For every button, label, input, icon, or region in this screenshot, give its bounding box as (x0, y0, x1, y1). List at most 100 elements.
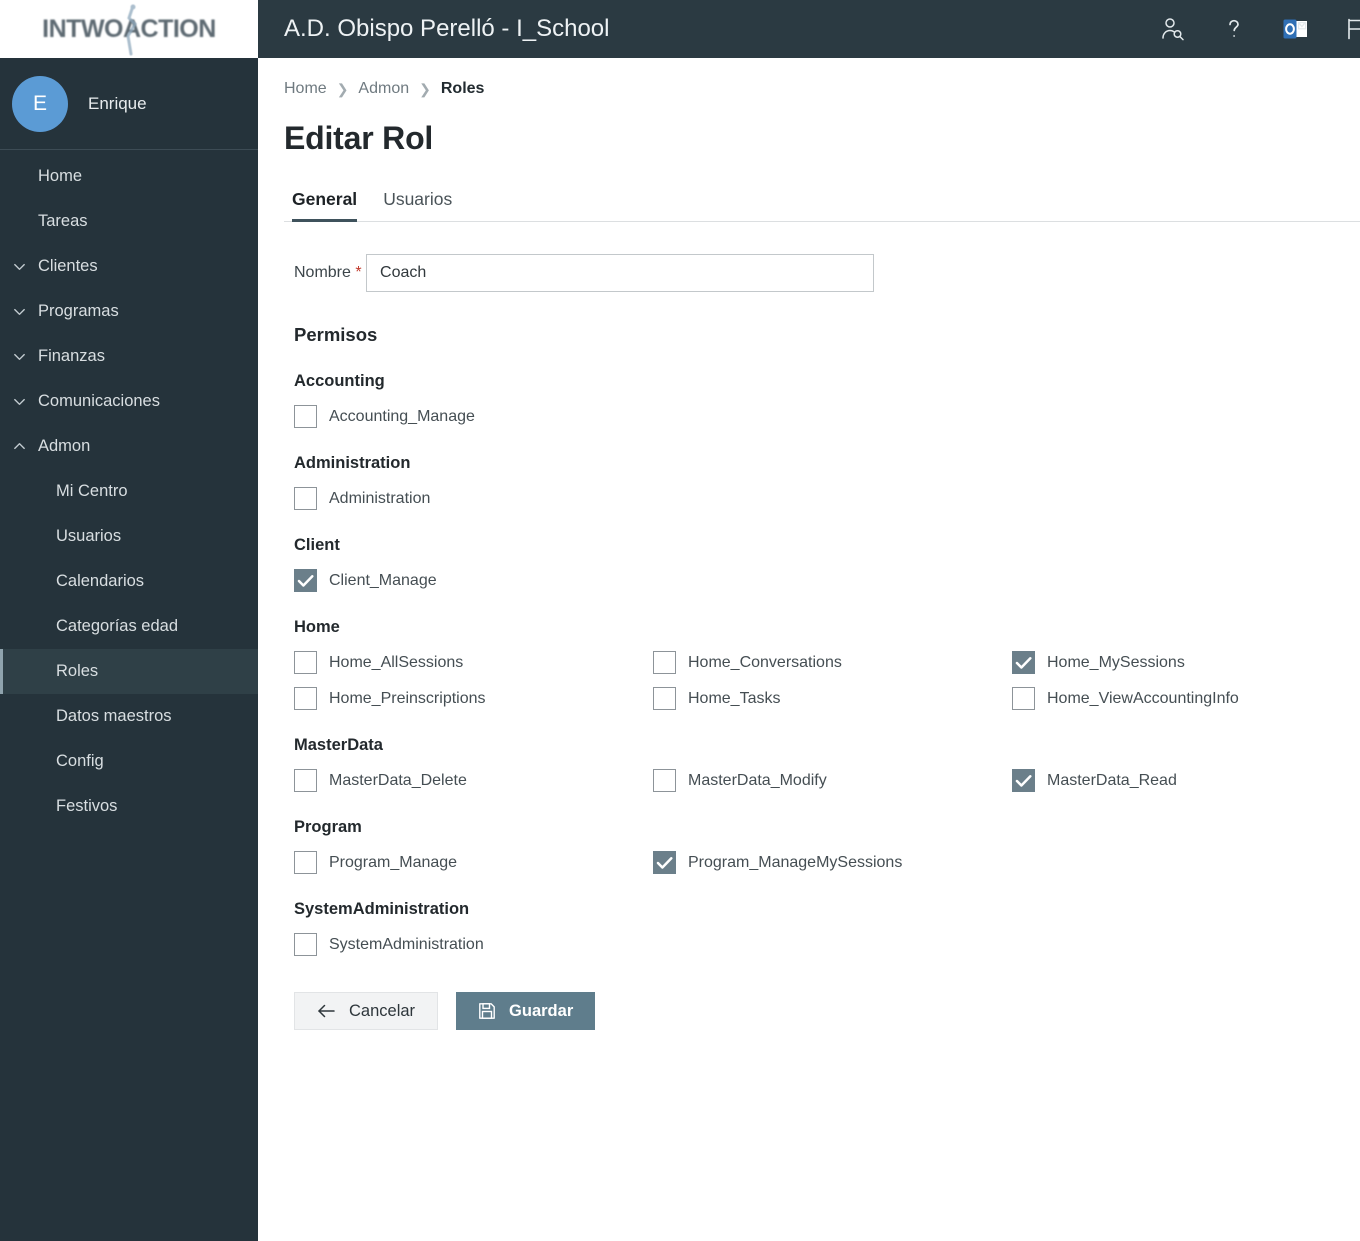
outlook-icon[interactable] (1280, 14, 1310, 44)
sidebar-item-datos-maestros[interactable]: Datos maestros (0, 694, 258, 739)
permission-program-managemysessions[interactable]: Program_ManageMySessions (653, 851, 902, 874)
sidebar-item-label: Categorías edad (56, 617, 179, 635)
sidebar-item-label: Comunicaciones (38, 392, 160, 410)
permission-grid: Administration (294, 487, 1360, 510)
checkbox-client-manage[interactable] (294, 569, 317, 592)
cancel-button[interactable]: Cancelar (294, 992, 439, 1030)
checkbox-home-preinscriptions[interactable] (294, 687, 317, 710)
check-icon (1015, 775, 1032, 787)
sidebar-item-label: Finanzas (38, 347, 105, 365)
permission-grid: Program_Manage Program_ManageMySessions (294, 851, 1360, 874)
sidebar-item-calendarios[interactable]: Calendarios (0, 559, 258, 604)
sidebar-item-clientes[interactable]: Clientes (0, 244, 258, 289)
checkbox-home-allsessions[interactable] (294, 651, 317, 674)
user-search-icon[interactable] (1158, 14, 1188, 44)
name-input[interactable] (366, 254, 875, 292)
floppy-save-icon (479, 1003, 495, 1019)
sidebar-item-roles[interactable]: Roles (0, 649, 258, 694)
permission-group-title: Administration (294, 454, 411, 472)
breadcrumb-item-home[interactable]: Home (284, 80, 327, 98)
name-label-text: Nombre (294, 264, 351, 281)
permission-group-administration: Administration Administration (294, 454, 1360, 510)
sidebar-item-tareas[interactable]: Tareas (0, 199, 258, 244)
permission-group-title: Client (294, 536, 340, 554)
app-title: A.D. Obispo Perelló - I_School (284, 15, 610, 42)
permission-grid: SystemAdministration (294, 933, 1360, 956)
sidebar-item-label: Festivos (56, 797, 118, 815)
sidebar-item-home[interactable]: Home (0, 154, 258, 199)
sidebar-item-label: Home (38, 167, 83, 185)
check-icon (1015, 657, 1032, 669)
permission-home-conversations[interactable]: Home_Conversations (653, 651, 842, 674)
checkbox-program-manage[interactable] (294, 851, 317, 874)
sidebar-item-categor-as-edad[interactable]: Categorías edad (0, 604, 258, 649)
permission-group-title: Home (294, 618, 340, 636)
permission-grid: Accounting_Manage (294, 405, 1360, 428)
permission-masterdata-read[interactable]: MasterData_Read (1012, 769, 1177, 792)
permission-administration[interactable]: Administration (294, 487, 430, 510)
permission-home-tasks[interactable]: Home_Tasks (653, 687, 780, 710)
sidebar-item-label: Admon (38, 437, 91, 455)
permission-label: Accounting_Manage (329, 407, 475, 425)
chevron-down-icon (0, 259, 38, 274)
tab-usuarios[interactable]: Usuarios (383, 189, 452, 221)
checkbox-home-mysessions[interactable] (1012, 651, 1035, 674)
sidebar-item-label: Roles (56, 662, 99, 680)
profile-name: Enrique (88, 93, 147, 113)
top-bar: A.D. Obispo Perelló - I_School (258, 0, 1360, 58)
sidebar-item-label: Datos maestros (56, 707, 172, 725)
permission-home-allsessions[interactable]: Home_AllSessions (294, 651, 463, 674)
sidebar-item-mi-centro[interactable]: Mi Centro (0, 469, 258, 514)
sidebar-item-programas[interactable]: Programas (0, 289, 258, 334)
permission-group-title: SystemAdministration (294, 900, 470, 918)
permission-group-program: Program Program_Manage Program_ManageMySes… (294, 818, 1360, 874)
checkbox-home-conversations[interactable] (653, 651, 676, 674)
permission-program-manage[interactable]: Program_Manage (294, 851, 457, 874)
sidebar-item-usuarios[interactable]: Usuarios (0, 514, 258, 559)
brand-logo[interactable]: INTWOACTION (0, 0, 258, 58)
checkbox-systemadministration[interactable] (294, 933, 317, 956)
permission-accounting-manage[interactable]: Accounting_Manage (294, 405, 475, 428)
permission-client-manage[interactable]: Client_Manage (294, 569, 437, 592)
permission-home-mysessions[interactable]: Home_MySessions (1012, 651, 1185, 674)
checkbox-home-viewaccountinginfo[interactable] (1012, 687, 1035, 710)
permission-label: Program_ManageMySessions (688, 853, 903, 871)
checkbox-masterdata-modify[interactable] (653, 769, 676, 792)
checkbox-masterdata-read[interactable] (1012, 769, 1035, 792)
permission-masterdata-modify[interactable]: MasterData_Modify (653, 769, 827, 792)
permission-label: Home_AllSessions (329, 653, 464, 671)
permission-label: Administration (329, 489, 431, 507)
sidebar-item-admon[interactable]: Admon (0, 424, 258, 469)
sidebar-item-finanzas[interactable]: Finanzas (0, 334, 258, 379)
permission-group-systemadministration: SystemAdministration SystemAdministration (294, 900, 1360, 956)
permission-systemadministration[interactable]: SystemAdministration (294, 933, 484, 956)
sidebar-item-comunicaciones[interactable]: Comunicaciones (0, 379, 258, 424)
tab-general[interactable]: General (292, 189, 358, 222)
checkbox-administration[interactable] (294, 487, 317, 510)
permission-label: SystemAdministration (329, 935, 484, 953)
app-root: INTWOACTION E Enrique Home Tareas Clientes… (0, 0, 1360, 1241)
sidebar-item-config[interactable]: Config (0, 739, 258, 784)
checkbox-home-tasks[interactable] (653, 687, 676, 710)
checkbox-accounting-manage[interactable] (294, 405, 317, 428)
main-area: A.D. Obispo Perelló - I_School Home ❯ Ad… (258, 0, 1360, 1241)
check-icon (297, 575, 314, 587)
permission-masterdata-delete[interactable]: MasterData_Delete (294, 769, 467, 792)
permission-home-preinscriptions[interactable]: Home_Preinscriptions (294, 687, 486, 710)
sidebar-item-label: Config (56, 752, 104, 770)
checkbox-program-managemysessions[interactable] (653, 851, 676, 874)
form-actions: Cancelar Guardar (294, 992, 1360, 1050)
permission-label: Program_Manage (329, 853, 458, 871)
permission-label: MasterData_Read (1047, 771, 1177, 789)
checkbox-masterdata-delete[interactable] (294, 769, 317, 792)
sidebar-item-label: Tareas (38, 212, 88, 230)
permission-grid: MasterData_Delete MasterData_Modify Master… (294, 769, 1360, 792)
permission-label: MasterData_Delete (329, 771, 467, 789)
flag-icon[interactable] (1341, 14, 1360, 44)
breadcrumb-item-admon[interactable]: Admon (358, 80, 409, 98)
permission-home-viewaccountinginfo[interactable]: Home_ViewAccountingInfo (1012, 687, 1239, 710)
sidebar-item-festivos[interactable]: Festivos (0, 784, 258, 829)
save-button[interactable]: Guardar (456, 992, 596, 1030)
user-profile[interactable]: E Enrique (0, 58, 258, 150)
help-icon[interactable] (1219, 14, 1249, 44)
